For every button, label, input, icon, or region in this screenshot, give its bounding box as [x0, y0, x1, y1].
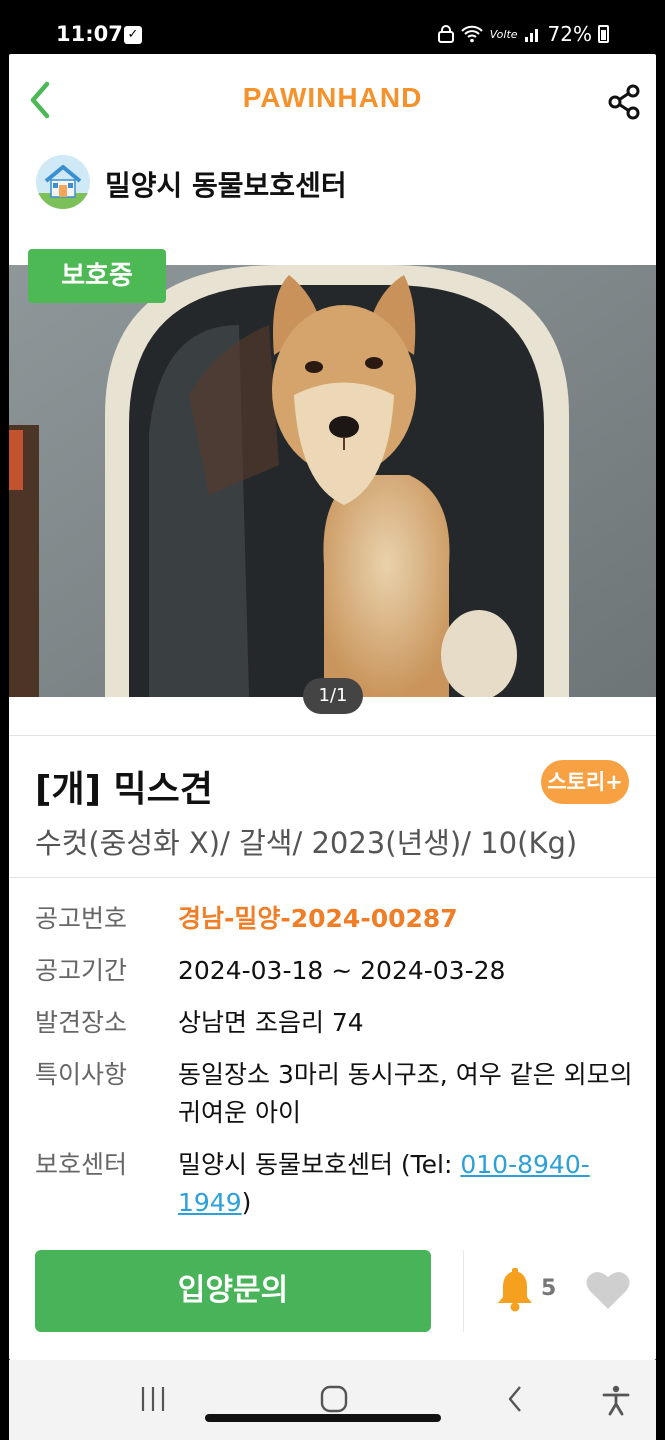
- shelter-name: 밀양시 동물보호센터: [105, 169, 347, 202]
- network-label: Volte: [489, 27, 518, 41]
- status-bar: 11:07 ✓ Volte 72%: [0, 0, 665, 54]
- divider: [9, 735, 656, 736]
- battery-icon: [598, 25, 609, 43]
- home-icon[interactable]: [319, 1384, 349, 1414]
- favorite-button[interactable]: [585, 1268, 631, 1312]
- pet-title: [개] 믹스견: [35, 769, 213, 810]
- info-row-found-place: 발견장소 상남면 조음리 74: [35, 1004, 635, 1042]
- notification-button[interactable]: [495, 1267, 535, 1313]
- info-label: 특이사항: [35, 1060, 128, 1089]
- photo-counter: 1/1: [303, 678, 363, 714]
- adopt-inquiry-button[interactable]: 입양문의: [35, 1250, 431, 1332]
- check-notification-icon: ✓: [124, 26, 142, 44]
- info-label: 발견장소: [35, 1008, 128, 1037]
- info-row-notes: 특이사항 동일장소 3마리 동시구조, 여우 같은 외모의 귀여운 아이: [35, 1056, 635, 1132]
- shelter-header[interactable]: 밀양시 동물보호센터: [9, 150, 656, 220]
- notice-period: 2024-03-18 ~ 2024-03-28: [178, 956, 506, 985]
- recent-apps-icon[interactable]: [139, 1384, 167, 1414]
- center-suffix: ): [241, 1188, 252, 1217]
- info-row-period: 공고기간 2024-03-18 ~ 2024-03-28: [35, 952, 635, 990]
- info-label: 보호센터: [35, 1150, 128, 1179]
- status-time: 11:07: [56, 22, 123, 46]
- found-place: 상남면 조음리 74: [178, 1008, 364, 1037]
- pet-summary: 수컷(중성화 X)/ 갈색/ 2023(년생)/ 10(Kg): [35, 826, 578, 860]
- pet-photo[interactable]: [9, 265, 656, 697]
- story-button[interactable]: 스토리+: [541, 760, 629, 804]
- center-name-text: 밀양시 동물보호센터 (Tel:: [178, 1150, 461, 1179]
- dog-photo-illustration: [9, 265, 656, 697]
- system-nav-bar: [9, 1360, 656, 1440]
- share-icon: [608, 84, 640, 120]
- app-screen: PAWINHAND 밀양시 동물보호센터 보호중 1/1 [개] 믹스견 스토리…: [9, 54, 656, 1360]
- divider: [463, 1250, 464, 1332]
- special-notes: 동일장소 3마리 동시구조, 여우 같은 외모의 귀여운 아이: [178, 1060, 633, 1127]
- shelter-logo: [36, 155, 90, 209]
- info-row-notice-no: 공고번호 경남-밀양-2024-00287: [35, 900, 635, 938]
- wifi-icon: [461, 25, 483, 43]
- heart-icon: [586, 1271, 630, 1309]
- notice-number: 경남-밀양-2024-00287: [178, 904, 458, 933]
- info-label: 공고번호: [35, 904, 128, 933]
- accessibility-icon[interactable]: [601, 1384, 631, 1416]
- center-contact: 밀양시 동물보호센터 (Tel: 010-8940-1949): [178, 1146, 635, 1222]
- lock-notification-icon: [437, 25, 454, 43]
- status-badge: 보호중: [28, 249, 166, 303]
- status-icons: Volte 72%: [437, 22, 609, 46]
- bell-count: 5: [541, 1276, 557, 1301]
- home-indicator: [205, 1414, 441, 1422]
- nav-back-icon[interactable]: [504, 1384, 528, 1414]
- battery-percent: 72%: [547, 22, 592, 46]
- shelter-house-icon: [36, 165, 90, 209]
- share-button[interactable]: [604, 82, 644, 122]
- top-bar: PAWINHAND: [9, 54, 656, 146]
- signal-icon: [524, 29, 538, 42]
- divider: [9, 877, 656, 878]
- info-row-center: 보호센터 밀양시 동물보호센터 (Tel: 010-8940-1949): [35, 1146, 635, 1222]
- bell-icon: [498, 1268, 532, 1312]
- brand-logo: PAWINHAND: [242, 82, 423, 113]
- info-label: 공고기간: [35, 956, 128, 985]
- notice-info: 공고번호 경남-밀양-2024-00287 공고기간 2024-03-18 ~ …: [35, 900, 635, 1236]
